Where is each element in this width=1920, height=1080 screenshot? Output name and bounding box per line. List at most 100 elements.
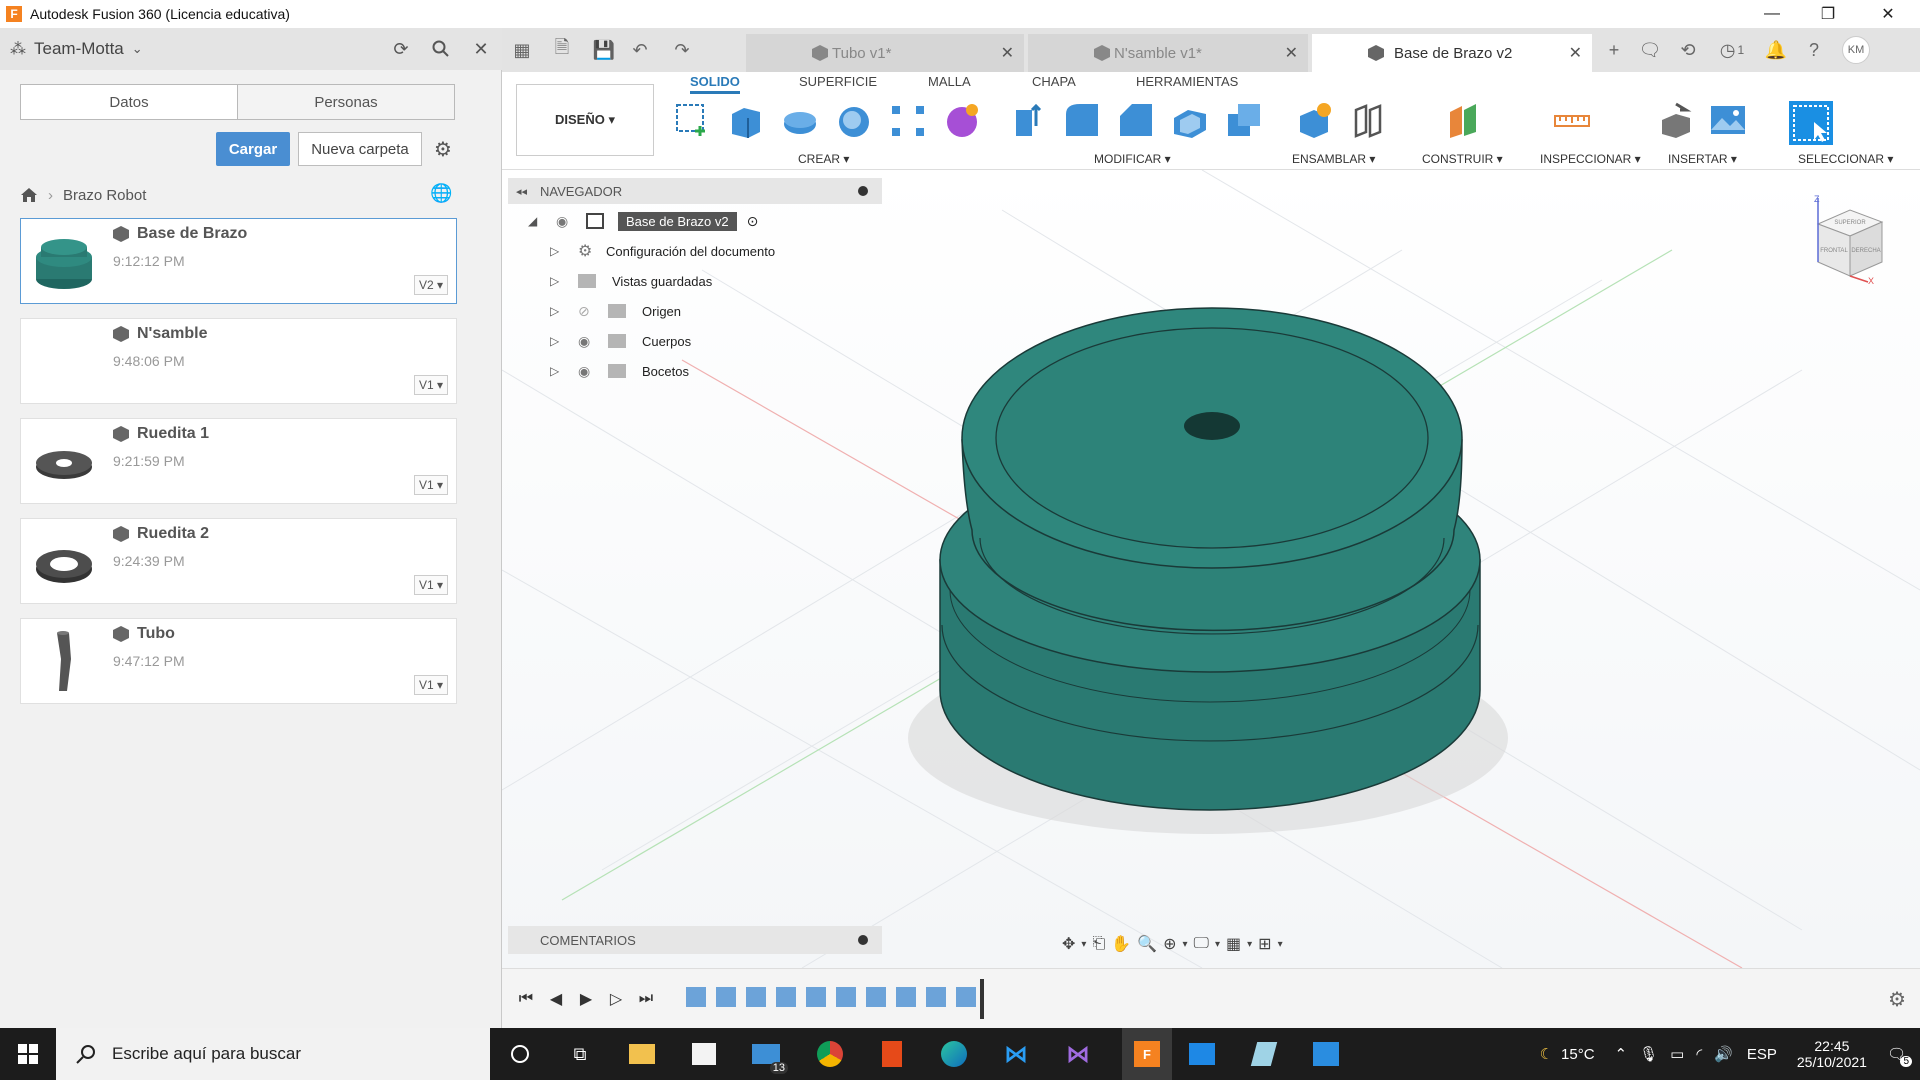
chevron-down-icon[interactable]: ▾: [1215, 939, 1220, 950]
redo-icon[interactable]: ↷: [670, 38, 694, 62]
chevron-up-icon[interactable]: ⌃: [1615, 1045, 1628, 1063]
inspect-menu[interactable]: INSPECCIONAR ▾: [1540, 152, 1641, 166]
tab-solido[interactable]: SOLIDO: [690, 74, 740, 94]
construct-menu[interactable]: CONSTRUIR ▾: [1422, 152, 1503, 166]
go-to-end-icon[interactable]: ⏭: [636, 989, 656, 1009]
language-indicator[interactable]: ESP: [1747, 1046, 1777, 1063]
look-at-icon[interactable]: ⎗: [1092, 935, 1105, 953]
version-dropdown[interactable]: V1 ▾: [413, 475, 448, 495]
extensions-icon[interactable]: ⟲: [1676, 38, 1700, 62]
timeline-marker[interactable]: [980, 979, 984, 1019]
expand-triangle-icon[interactable]: ▷: [550, 364, 564, 378]
step-back-icon[interactable]: ◀: [546, 989, 566, 1009]
version-dropdown[interactable]: V1 ▾: [413, 375, 448, 395]
volume-icon[interactable]: 🔊: [1714, 1045, 1733, 1063]
canvas-viewport[interactable]: ◂◂ NAVEGADOR ◢ ◉ Base de Brazo v2 ⊙ ▷ ⚙ …: [502, 170, 1920, 968]
tab-datos[interactable]: Datos: [21, 85, 237, 119]
chamfer-icon[interactable]: [1116, 100, 1156, 140]
file-explorer-icon[interactable]: [624, 1036, 660, 1072]
step-forward-icon[interactable]: ▷: [606, 989, 626, 1009]
fit-icon[interactable]: ⊕: [1163, 934, 1176, 954]
mail-icon[interactable]: 13: [748, 1036, 788, 1074]
notification-center-icon[interactable]: 🗨 5: [1887, 1045, 1912, 1067]
microphone-icon[interactable]: 🎙: [1639, 1045, 1658, 1063]
orbit-icon[interactable]: ✥: [1062, 934, 1075, 954]
timeline-feature[interactable]: [836, 987, 856, 1007]
chat-icon[interactable]: 🗨: [1638, 38, 1662, 62]
refresh-icon[interactable]: ⟳: [388, 36, 414, 62]
active-radio-icon[interactable]: ⊙: [747, 213, 759, 230]
tree-item-sketches[interactable]: ▷ ◉ Bocetos: [550, 360, 689, 382]
chevron-down-icon[interactable]: ▾: [1247, 939, 1252, 950]
eye-icon[interactable]: ◉: [556, 213, 576, 230]
tree-item-origin[interactable]: ▷ ⊘ Origen: [550, 300, 681, 322]
select-icon[interactable]: [1788, 100, 1834, 146]
viewcube-top-label[interactable]: SUPERIOR: [1834, 220, 1866, 226]
gear-icon[interactable]: ⚙: [1888, 987, 1906, 1012]
weather-icon[interactable]: ☾: [1540, 1045, 1553, 1063]
insert-canvas-icon[interactable]: [1708, 100, 1748, 140]
chevron-down-icon[interactable]: ▾: [1183, 939, 1188, 950]
version-dropdown[interactable]: V1 ▾: [413, 575, 448, 595]
tab-herramientas[interactable]: HERRAMIENTAS: [1136, 74, 1238, 89]
viewcube-front-label[interactable]: FRONTAL: [1820, 248, 1848, 254]
collapse-icon[interactable]: ◂◂: [516, 185, 527, 198]
temperature[interactable]: 15°C: [1561, 1046, 1595, 1063]
tree-root[interactable]: ◢ ◉ Base de Brazo v2 ⊙: [528, 210, 758, 232]
timeline-feature[interactable]: [776, 987, 796, 1007]
gear-icon[interactable]: ⚙: [430, 136, 456, 162]
breadcrumb-project[interactable]: Brazo Robot: [63, 187, 146, 204]
version-dropdown[interactable]: V1 ▾: [413, 675, 448, 695]
clock[interactable]: 22:45 25/10/2021: [1797, 1038, 1867, 1070]
zoom-icon[interactable]: 🔍: [1137, 934, 1157, 954]
tab-superficie[interactable]: SUPERFICIE: [799, 74, 877, 89]
tree-item-document-settings[interactable]: ▷ ⚙ Configuración del documento: [550, 240, 775, 262]
fillet-icon[interactable]: [1062, 100, 1102, 140]
select-menu[interactable]: SELECCIONAR ▾: [1798, 152, 1893, 166]
office-icon[interactable]: [874, 1036, 910, 1072]
create-menu[interactable]: CREAR ▾: [798, 152, 849, 166]
chevron-down-icon[interactable]: ▾: [1278, 939, 1283, 950]
avatar[interactable]: KM: [1842, 36, 1870, 64]
version-dropdown[interactable]: V2 ▾: [413, 275, 448, 295]
chevron-down-icon[interactable]: ⌄: [132, 41, 143, 57]
play-icon[interactable]: ▶: [576, 989, 596, 1009]
measure-icon[interactable]: [1552, 100, 1592, 140]
edge-icon[interactable]: [936, 1036, 972, 1072]
photos-icon[interactable]: [1308, 1036, 1344, 1072]
file-menu-icon[interactable]: 🗎: [550, 37, 574, 62]
timeline-feature[interactable]: [686, 987, 706, 1007]
fusion-taskbar-icon[interactable]: F: [1122, 1028, 1172, 1080]
upload-button[interactable]: Cargar: [216, 132, 290, 166]
chevron-down-icon[interactable]: ▾: [1081, 939, 1086, 950]
grid-settings-icon[interactable]: ▦: [1226, 934, 1241, 954]
go-to-start-icon[interactable]: ⏮: [516, 989, 536, 1009]
job-status-icon[interactable]: ◷ 1: [1714, 38, 1750, 62]
tree-item-saved-views[interactable]: ▷ Vistas guardadas: [550, 270, 712, 292]
home-icon[interactable]: [20, 187, 38, 203]
expand-triangle-icon[interactable]: ▷: [550, 334, 564, 348]
file-card[interactable]: Ruedita 2 9:24:39 PM V1 ▾: [20, 518, 457, 604]
close-tab-icon[interactable]: ✕: [1569, 43, 1582, 63]
start-button[interactable]: [0, 1028, 56, 1080]
taskbar-search[interactable]: Escribe aquí para buscar: [56, 1028, 490, 1080]
display-settings-icon[interactable]: 🖵: [1194, 935, 1209, 953]
visual-studio-icon[interactable]: ⋈: [1060, 1036, 1096, 1072]
insert-derive-icon[interactable]: [1656, 100, 1696, 140]
search-icon[interactable]: [428, 36, 454, 62]
insert-menu[interactable]: INSERTAR ▾: [1668, 152, 1737, 166]
eye-icon[interactable]: ◉: [578, 333, 598, 350]
timeline-feature[interactable]: [956, 987, 976, 1007]
tab-base-de-brazo[interactable]: Base de Brazo v2 ✕: [1312, 34, 1592, 72]
press-pull-icon[interactable]: [1008, 100, 1048, 140]
modify-menu[interactable]: MODIFICAR ▾: [1094, 152, 1171, 166]
assemble-menu[interactable]: ENSAMBLAR ▾: [1292, 152, 1375, 166]
joint-icon[interactable]: [1348, 100, 1388, 140]
offset-plane-icon[interactable]: [1444, 100, 1484, 140]
add-comment-icon[interactable]: [858, 935, 868, 945]
save-icon[interactable]: 💾: [592, 38, 616, 62]
tab-tubo[interactable]: Tubo v1* ✕: [746, 34, 1024, 72]
extrude-icon[interactable]: [726, 100, 766, 140]
tree-item-bodies[interactable]: ▷ ◉ Cuerpos: [550, 330, 691, 352]
revolve-icon[interactable]: [780, 100, 820, 140]
